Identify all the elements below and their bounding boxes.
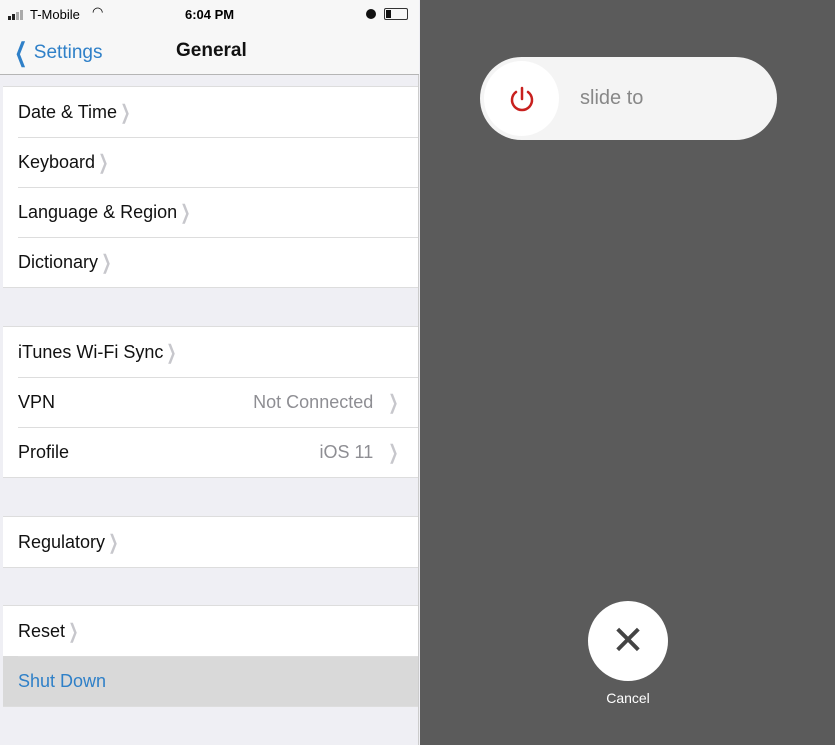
chevron-right-icon: ❯	[98, 151, 109, 174]
chevron-right-icon: ❯	[388, 391, 399, 414]
row-label: iTunes Wi-Fi Sync	[18, 341, 164, 362]
close-icon: ✕	[611, 619, 645, 663]
cancel-button[interactable]: ✕	[588, 601, 668, 681]
row-date-time[interactable]: Date & Time ❯	[3, 87, 418, 137]
row-label: Regulatory	[18, 531, 106, 552]
chevron-right-icon: ❯	[120, 101, 131, 124]
carrier: T-Mobile	[30, 7, 80, 22]
page-title: General	[176, 40, 247, 61]
row-profile[interactable]: Profile iOS 11 ❯	[3, 427, 418, 477]
cancel-label: Cancel	[606, 690, 650, 706]
chevron-right-icon: ❯	[108, 531, 119, 554]
row-shut-down[interactable]: Shut Down	[3, 656, 418, 706]
alarm-icon	[366, 9, 376, 19]
row-label: Language & Region	[18, 201, 178, 222]
row-reset[interactable]: Reset ❯	[3, 606, 418, 656]
row-label: Keyboard	[18, 151, 96, 172]
row-vpn[interactable]: VPN Not Connected ❯	[3, 377, 418, 427]
back-button[interactable]: ❮ Settings	[10, 37, 102, 68]
settings-group-2: iTunes Wi-Fi Sync ❯ VPN Not Connected ❯ Pro…	[3, 326, 418, 478]
row-label: Date & Time	[18, 101, 118, 122]
settings-group-4: Reset ❯ Shut Down	[3, 605, 418, 707]
slide-text: slide to	[580, 87, 644, 109]
battery-icon	[384, 8, 408, 20]
profile-value: iOS 11	[319, 441, 374, 462]
row-label: Reset	[18, 620, 66, 641]
chevron-right-icon: ❯	[388, 441, 399, 464]
power-off-screen: slide to ✕ Cancel	[420, 0, 835, 745]
wifi-icon: ◠	[92, 4, 104, 19]
slide-to-power-off-slider[interactable]: slide to	[480, 57, 777, 140]
chevron-right-icon: ❯	[180, 201, 191, 224]
row-dictionary[interactable]: Dictionary ❯	[3, 237, 418, 287]
row-label: Profile	[18, 441, 70, 462]
back-label: Settings	[33, 41, 103, 63]
row-language-region[interactable]: Language & Region ❯	[3, 187, 418, 237]
settings-group-3: Regulatory ❯	[3, 516, 418, 568]
status-bar: T-Mobile ◠ 6:04 PM	[0, 0, 419, 30]
row-label: Shut Down	[18, 670, 107, 691]
power-knob[interactable]	[484, 61, 559, 136]
power-icon	[510, 86, 533, 111]
signal-icon	[8, 10, 23, 20]
chevron-right-icon: ❯	[68, 620, 79, 643]
row-regulatory[interactable]: Regulatory ❯	[3, 517, 418, 567]
settings-group-1: Date & Time ❯ Keyboard ❯ Language & Region…	[3, 86, 418, 288]
chevron-left-icon: ❮	[14, 37, 28, 67]
chevron-right-icon: ❯	[166, 341, 177, 364]
row-itunes-wifi-sync[interactable]: iTunes Wi-Fi Sync ❯	[3, 327, 418, 377]
row-label: VPN	[18, 391, 56, 412]
settings-panel: T-Mobile ◠ 6:04 PM ❮ Settings General Da…	[0, 0, 419, 745]
vpn-status: Not Connected	[253, 391, 374, 412]
status-time: 6:04 PM	[185, 7, 235, 22]
row-label: Dictionary	[18, 251, 99, 272]
chevron-right-icon: ❯	[101, 251, 112, 274]
nav-bar: ❮ Settings General	[0, 30, 419, 75]
row-keyboard[interactable]: Keyboard ❯	[3, 137, 418, 187]
